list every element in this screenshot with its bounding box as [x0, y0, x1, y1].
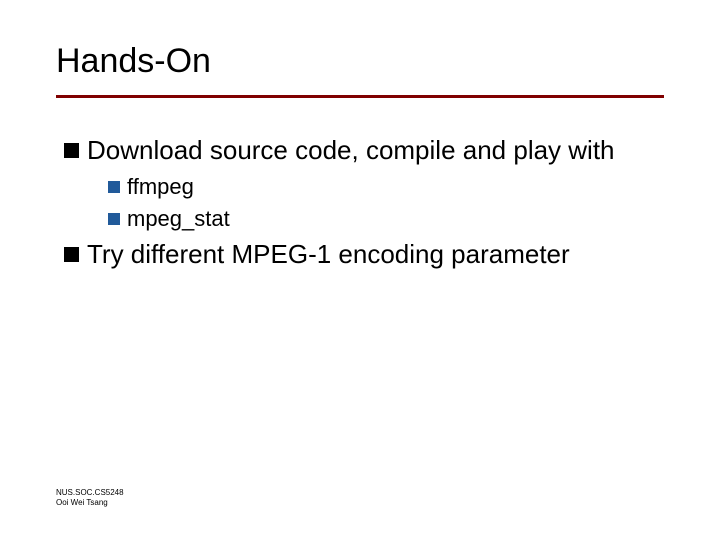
square-bullet-icon: [108, 181, 120, 193]
list-item-text: Try different MPEG-1 encoding parameter: [87, 238, 570, 271]
list-item-text: Download source code, compile and play w…: [87, 134, 615, 167]
sub-list: ffmpeg mpeg_stat: [108, 173, 664, 234]
slide-body: Download source code, compile and play w…: [56, 134, 664, 270]
slide: Hands-On Download source code, compile a…: [0, 0, 720, 540]
square-bullet-icon: [64, 143, 79, 158]
footer-line: NUS.SOC.CS5248: [56, 488, 124, 498]
footer-line: Ooi Wei Tsang: [56, 498, 124, 508]
list-item: Try different MPEG-1 encoding parameter: [64, 238, 664, 271]
list-item-text: mpeg_stat: [127, 205, 230, 234]
list-item-text: ffmpeg: [127, 173, 194, 202]
list-item: ffmpeg: [108, 173, 664, 202]
slide-title: Hands-On: [56, 42, 664, 93]
square-bullet-icon: [108, 213, 120, 225]
title-rule: [56, 95, 664, 98]
list-item: Download source code, compile and play w…: [64, 134, 664, 167]
list-item: mpeg_stat: [108, 205, 664, 234]
square-bullet-icon: [64, 247, 79, 262]
footer: NUS.SOC.CS5248 Ooi Wei Tsang: [56, 488, 124, 508]
